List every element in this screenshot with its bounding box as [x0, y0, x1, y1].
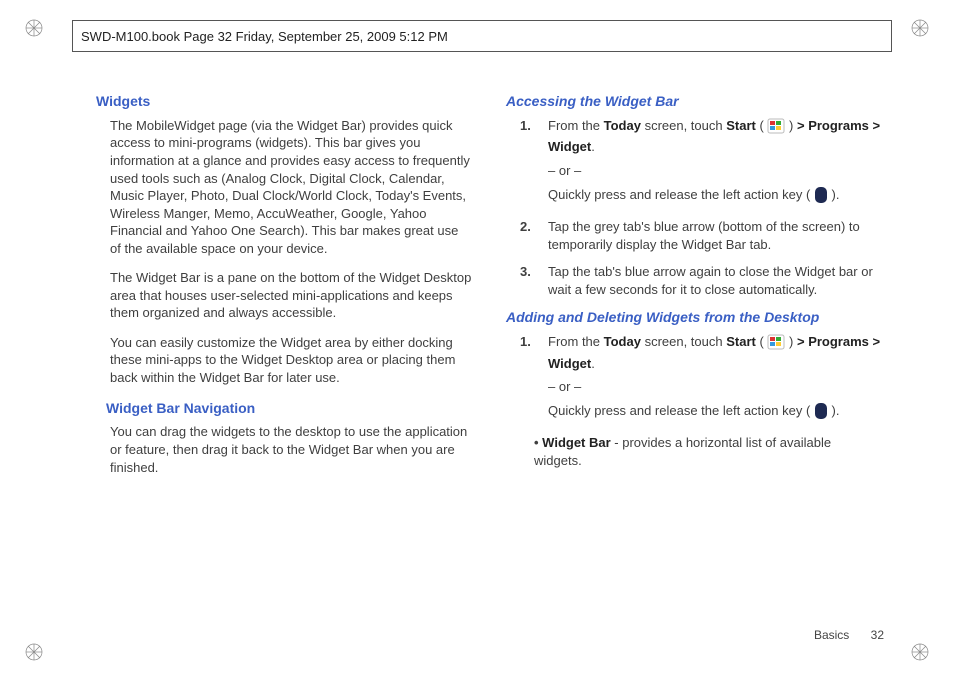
- step-item: 1. From the Today screen, touch Start ( …: [520, 117, 882, 208]
- crop-ornament-bottom-right: [910, 642, 930, 662]
- step-or: – or –: [548, 378, 882, 396]
- heading-adding-deleting-widgets: Adding and Deleting Widgets from the Des…: [506, 308, 882, 327]
- start-flag-icon: [767, 334, 785, 355]
- document-header-text: SWD-M100.book Page 32 Friday, September …: [81, 29, 448, 44]
- ordered-steps: 1. From the Today screen, touch Start ( …: [520, 333, 882, 424]
- step-alt: Quickly press and release the left actio…: [548, 402, 882, 425]
- page-footer: Basics 32: [814, 628, 884, 642]
- step-body: From the Today screen, touch Start ( ) >…: [548, 117, 882, 208]
- step-body: Tap the tab's blue arrow again to close …: [548, 263, 882, 298]
- ordered-steps: 1. From the Today screen, touch Start ( …: [520, 117, 882, 298]
- bullet-term: Widget Bar: [542, 435, 611, 450]
- step-body: Tap the grey tab's blue arrow (bottom of…: [548, 218, 882, 253]
- paragraph: The MobileWidget page (via the Widget Ba…: [110, 117, 472, 257]
- page-body: Widgets The MobileWidget page (via the W…: [96, 84, 882, 614]
- step-body: From the Today screen, touch Start ( ) >…: [548, 333, 882, 424]
- footer-section: Basics: [814, 628, 849, 642]
- footer-page-number: 32: [871, 628, 884, 642]
- paragraph: You can easily customize the Widget area…: [110, 334, 472, 387]
- heading-widgets: Widgets: [96, 92, 472, 111]
- step-number: 3.: [520, 263, 536, 298]
- action-key-icon: [814, 186, 828, 209]
- document-header: SWD-M100.book Page 32 Friday, September …: [72, 20, 892, 52]
- step-number: 1.: [520, 117, 536, 208]
- crop-ornament-bottom-left: [24, 642, 44, 662]
- step-item: 1. From the Today screen, touch Start ( …: [520, 333, 882, 424]
- action-key-icon: [814, 402, 828, 425]
- step-alt: Quickly press and release the left actio…: [548, 186, 882, 209]
- bullet-item: Widget Bar - provides a horizontal list …: [534, 434, 882, 469]
- heading-widget-bar-navigation: Widget Bar Navigation: [106, 399, 472, 418]
- paragraph: You can drag the widgets to the desktop …: [110, 423, 472, 476]
- step-number: 2.: [520, 218, 536, 253]
- crop-ornament-top-right: [910, 18, 930, 38]
- right-column: Accessing the Widget Bar 1. From the Tod…: [506, 84, 882, 614]
- left-column: Widgets The MobileWidget page (via the W…: [96, 84, 472, 614]
- step-number: 1.: [520, 333, 536, 424]
- start-flag-icon: [767, 118, 785, 139]
- step-item: 3. Tap the tab's blue arrow again to clo…: [520, 263, 882, 298]
- heading-accessing-widget-bar: Accessing the Widget Bar: [506, 92, 882, 111]
- crop-ornament-top-left: [24, 18, 44, 38]
- paragraph: The Widget Bar is a pane on the bottom o…: [110, 269, 472, 322]
- step-or: – or –: [548, 162, 882, 180]
- step-item: 2. Tap the grey tab's blue arrow (bottom…: [520, 218, 882, 253]
